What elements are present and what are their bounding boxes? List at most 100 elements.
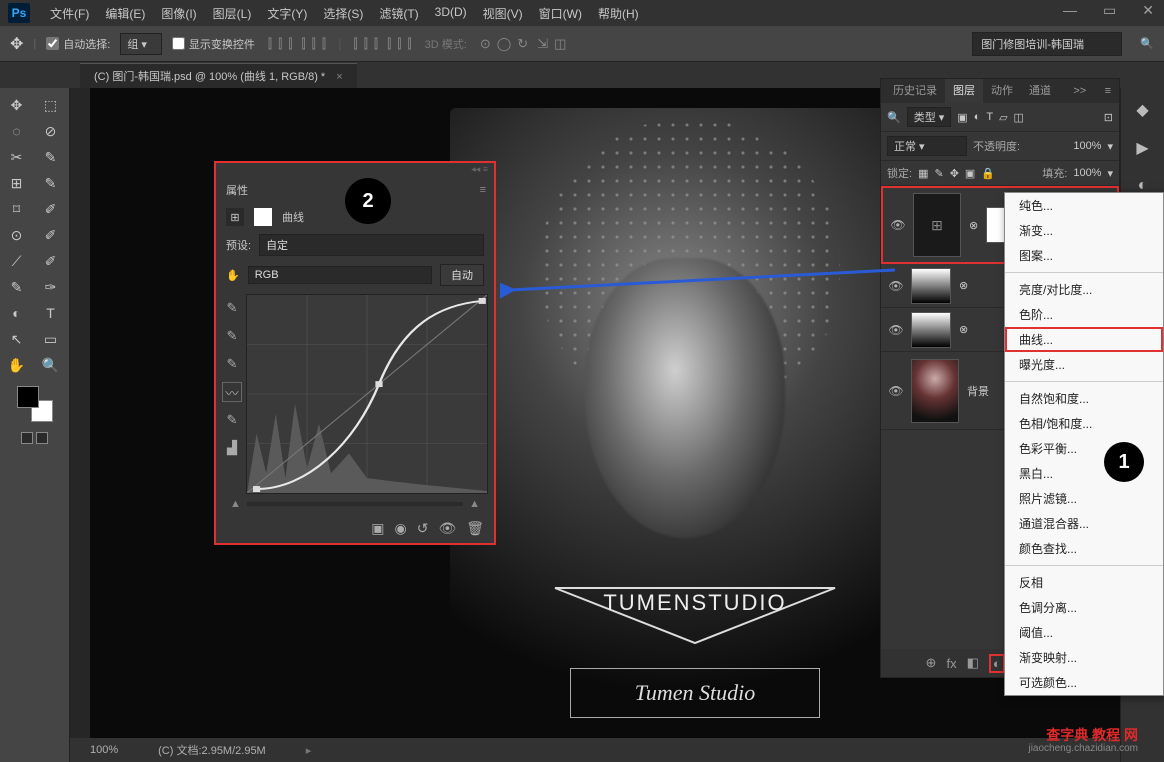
- tool-button[interactable]: ↖: [4, 328, 30, 350]
- menu-item[interactable]: 文件(F): [44, 5, 95, 22]
- auto-button[interactable]: 自动: [440, 264, 484, 286]
- align-icon[interactable]: ⫿: [268, 36, 272, 51]
- layers-footer-icon[interactable]: ◧: [967, 655, 979, 671]
- blend-mode-select[interactable]: 正常 ▾: [887, 136, 967, 156]
- align-icon[interactable]: ⫿: [322, 36, 326, 51]
- tool-button[interactable]: ✥: [4, 94, 30, 116]
- tool-button[interactable]: ◐: [4, 302, 30, 324]
- foreground-color-swatch[interactable]: [17, 386, 39, 408]
- tool-button[interactable]: ✎: [38, 172, 64, 194]
- adjustment-menu-item[interactable]: 可选颜色...: [1005, 670, 1163, 695]
- tool-button[interactable]: ⊘: [38, 120, 64, 142]
- panel-tab[interactable]: 图层: [945, 79, 983, 103]
- color-swatch[interactable]: [17, 386, 53, 422]
- tool-button[interactable]: ⬚: [38, 94, 64, 116]
- filter-text-icon[interactable]: T: [986, 111, 993, 123]
- quick-mask-icons[interactable]: [21, 432, 48, 444]
- adjustment-menu-item[interactable]: 纯色...: [1005, 193, 1163, 218]
- group-select[interactable]: 组 ▾: [120, 33, 162, 55]
- eyedropper-black-icon[interactable]: ✎: [222, 298, 242, 318]
- tool-button[interactable]: ✎: [4, 276, 30, 298]
- panel-toggle-icon[interactable]: ◆: [1131, 98, 1155, 122]
- new-adjustment-layer-button[interactable]: ◐: [989, 654, 1005, 673]
- menu-item[interactable]: 帮助(H): [592, 5, 645, 22]
- adjustment-menu-item[interactable]: 亮度/对比度...: [1005, 277, 1163, 302]
- input-slider[interactable]: ▲▲: [216, 494, 494, 514]
- dist-icon[interactable]: ⫿: [407, 36, 411, 51]
- channel-select[interactable]: RGB: [248, 266, 432, 284]
- tool-button[interactable]: ◌: [4, 120, 30, 142]
- filter-image-icon[interactable]: ▣: [957, 111, 967, 124]
- menu-item[interactable]: 选择(S): [317, 5, 369, 22]
- menu-item[interactable]: 视图(V): [477, 5, 529, 22]
- lock-pixels-icon[interactable]: ▦: [918, 167, 928, 180]
- close-button[interactable]: ✕: [1138, 0, 1158, 21]
- filter-adj-icon[interactable]: ◐: [974, 111, 981, 123]
- auto-select-checkbox[interactable]: 自动选择:: [46, 36, 110, 52]
- chevron-right-icon[interactable]: ▸: [306, 744, 312, 757]
- preset-select[interactable]: 自定: [259, 234, 484, 256]
- align-icon[interactable]: ⫿: [312, 36, 316, 51]
- layers-footer-icon[interactable]: fx: [946, 656, 956, 671]
- icon3d[interactable]: ⊙: [480, 36, 491, 51]
- chevron-down-icon[interactable]: ▾: [1107, 167, 1113, 180]
- tool-button[interactable]: ⟋: [4, 250, 30, 272]
- lock-move-icon[interactable]: ✥: [950, 167, 959, 180]
- adjustment-menu-item[interactable]: 渐变...: [1005, 218, 1163, 243]
- play-icon[interactable]: ▶: [1131, 136, 1155, 160]
- layer-name[interactable]: 背景: [967, 383, 989, 399]
- panel-menu-icon[interactable]: ≡: [480, 184, 484, 196]
- menu-item[interactable]: 窗口(W): [533, 5, 588, 22]
- visibility-icon[interactable]: 👁: [889, 323, 903, 337]
- view-previous-icon[interactable]: ◉: [394, 520, 406, 537]
- menu-item[interactable]: 图像(I): [155, 5, 202, 22]
- tool-button[interactable]: ✐: [38, 198, 64, 220]
- tool-button[interactable]: ⌑: [4, 198, 30, 220]
- tool-button[interactable]: ▭: [38, 328, 64, 350]
- adjustment-menu-item[interactable]: 色相/饱和度...: [1005, 411, 1163, 436]
- align-icon[interactable]: ⫿: [278, 36, 282, 51]
- icon3d[interactable]: ◯: [497, 36, 512, 51]
- search-icon[interactable]: 🔍: [1140, 37, 1154, 50]
- tool-button[interactable]: 🔍: [38, 354, 64, 376]
- eyedropper-gray-icon[interactable]: ✎: [222, 326, 242, 346]
- dist-icon[interactable]: ⫿: [387, 36, 391, 51]
- opacity-value[interactable]: 100%: [1073, 140, 1101, 152]
- tool-button[interactable]: ✐: [38, 250, 64, 272]
- filter-kind-select[interactable]: 类型 ▾: [907, 107, 952, 127]
- eyedropper-white-icon[interactable]: ✎: [222, 354, 242, 374]
- panel-tab[interactable]: 动作: [983, 79, 1021, 103]
- menu-item[interactable]: 3D(D): [429, 5, 473, 22]
- delete-icon[interactable]: 🗑: [466, 520, 484, 537]
- align-icon[interactable]: ⫿: [302, 36, 306, 51]
- panel-tab[interactable]: 历史记录: [885, 79, 945, 103]
- histogram-icon[interactable]: ▟: [222, 438, 242, 458]
- adjustment-menu-item[interactable]: 通道混合器...: [1005, 511, 1163, 536]
- visibility-icon[interactable]: 👁: [889, 384, 903, 398]
- visibility-icon[interactable]: 👁: [891, 218, 905, 232]
- dist-icon[interactable]: ⫿: [397, 36, 401, 51]
- tool-button[interactable]: ⊙: [4, 224, 30, 246]
- tool-button[interactable]: ✎: [38, 146, 64, 168]
- lock-brush-icon[interactable]: ✎: [934, 167, 943, 180]
- adjustment-menu-item[interactable]: 照片滤镜...: [1005, 486, 1163, 511]
- document-tab[interactable]: (C) 图门-韩国瑞.psd @ 100% (曲线 1, RGB/8) * ×: [80, 63, 357, 88]
- curves-graph[interactable]: [246, 294, 488, 494]
- tool-button[interactable]: ✂: [4, 146, 30, 168]
- panel-menu-icon[interactable]: ≡: [1101, 85, 1115, 97]
- menu-item[interactable]: 图层(L): [207, 5, 258, 22]
- filter-shape-icon[interactable]: ▱: [999, 111, 1007, 124]
- adjustment-menu-item[interactable]: 图案...: [1005, 243, 1163, 268]
- tool-button[interactable]: ✋: [4, 354, 30, 376]
- lock-artboard-icon[interactable]: ▣: [965, 167, 975, 180]
- lock-all-icon[interactable]: 🔒: [981, 167, 995, 180]
- tool-button[interactable]: ✐: [38, 224, 64, 246]
- filter-smart-icon[interactable]: ◫: [1014, 111, 1024, 124]
- adjustment-menu-item[interactable]: 曝光度...: [1005, 352, 1163, 377]
- panel-tab[interactable]: 通道: [1021, 79, 1059, 103]
- tabs-overflow-icon[interactable]: >>: [1069, 85, 1090, 97]
- adjustment-menu-item[interactable]: 自然饱和度...: [1005, 386, 1163, 411]
- adjustment-menu-item[interactable]: 阈值...: [1005, 620, 1163, 645]
- tool-button[interactable]: T: [38, 302, 64, 324]
- adjustment-menu-item[interactable]: 曲线...: [1005, 327, 1163, 352]
